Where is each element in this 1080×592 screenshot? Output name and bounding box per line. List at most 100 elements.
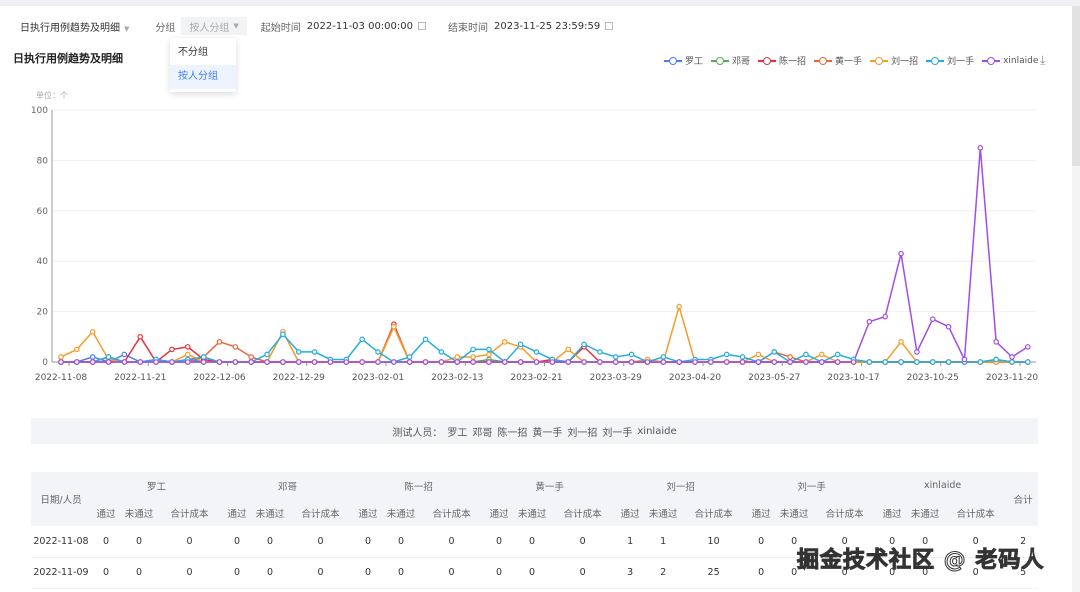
data-point[interactable] bbox=[454, 359, 461, 365]
data-point[interactable] bbox=[597, 349, 603, 355]
data-point[interactable] bbox=[486, 351, 492, 358]
data-point[interactable] bbox=[422, 359, 429, 365]
download-icon[interactable]: ⤓ bbox=[1040, 53, 1045, 68]
data-point[interactable] bbox=[486, 346, 492, 353]
data-point[interactable] bbox=[89, 328, 96, 335]
data-point[interactable] bbox=[549, 359, 556, 365]
end-time-input[interactable]: 2023-11-25 23:59:59 bbox=[494, 21, 600, 32]
data-point[interactable] bbox=[565, 346, 572, 353]
data-point[interactable] bbox=[771, 359, 778, 365]
data-point[interactable] bbox=[105, 354, 112, 360]
data-point[interactable] bbox=[121, 359, 128, 365]
data-point[interactable] bbox=[1025, 344, 1031, 350]
data-point[interactable] bbox=[1025, 359, 1031, 365]
data-point[interactable] bbox=[660, 354, 667, 360]
data-point[interactable] bbox=[898, 339, 904, 345]
data-point[interactable] bbox=[264, 359, 270, 365]
data-point[interactable] bbox=[248, 359, 255, 365]
data-point[interactable] bbox=[977, 359, 984, 365]
data-point[interactable] bbox=[1009, 359, 1015, 365]
data-point[interactable] bbox=[153, 359, 159, 365]
data-point[interactable] bbox=[137, 334, 144, 340]
legend-item[interactable]: 黄一手 bbox=[814, 54, 862, 67]
data-point[interactable] bbox=[185, 359, 191, 365]
data-point[interactable] bbox=[818, 351, 825, 358]
data-point[interactable] bbox=[612, 354, 619, 360]
data-point[interactable] bbox=[280, 359, 286, 365]
data-point[interactable] bbox=[929, 316, 936, 322]
data-point[interactable] bbox=[929, 359, 936, 365]
data-point[interactable] bbox=[89, 354, 96, 360]
data-point[interactable] bbox=[406, 354, 413, 360]
data-point[interactable] bbox=[739, 354, 746, 360]
data-point[interactable] bbox=[818, 359, 825, 365]
data-point[interactable] bbox=[248, 354, 255, 360]
start-time-input[interactable]: 2022-11-03 00:00:00 bbox=[307, 21, 413, 32]
data-point[interactable] bbox=[803, 351, 809, 358]
scrollbar-thumb[interactable] bbox=[1072, 6, 1080, 166]
data-point[interactable] bbox=[470, 346, 476, 353]
data-point[interactable] bbox=[517, 341, 524, 348]
data-point[interactable] bbox=[200, 354, 207, 360]
data-point[interactable] bbox=[359, 336, 365, 343]
data-point[interactable] bbox=[470, 354, 476, 360]
data-point[interactable] bbox=[882, 359, 889, 365]
data-point[interactable] bbox=[216, 339, 223, 345]
data-point[interactable] bbox=[644, 359, 651, 365]
data-point[interactable] bbox=[486, 359, 492, 365]
legend-item[interactable]: 陈一招 bbox=[758, 54, 806, 67]
legend-item[interactable]: 刘一招 bbox=[870, 54, 918, 67]
scrollbar[interactable] bbox=[1072, 6, 1080, 592]
data-point[interactable] bbox=[501, 339, 508, 345]
data-point[interactable] bbox=[771, 349, 778, 355]
data-point[interactable] bbox=[993, 356, 999, 363]
data-point[interactable] bbox=[438, 349, 445, 355]
data-point[interactable] bbox=[723, 351, 730, 358]
data-point[interactable] bbox=[898, 250, 904, 257]
data-point[interactable] bbox=[295, 349, 302, 355]
data-point[interactable] bbox=[581, 359, 587, 365]
data-point[interactable] bbox=[58, 359, 64, 365]
data-point[interactable] bbox=[803, 359, 809, 365]
data-point[interactable] bbox=[961, 356, 968, 363]
data-point[interactable] bbox=[501, 359, 508, 365]
data-point[interactable] bbox=[945, 323, 952, 330]
data-point[interactable] bbox=[533, 359, 540, 365]
data-point[interactable] bbox=[739, 359, 746, 365]
data-point[interactable] bbox=[454, 354, 461, 360]
legend-item[interactable]: xinlaide bbox=[982, 56, 1038, 66]
data-point[interactable] bbox=[993, 339, 999, 345]
data-point[interactable] bbox=[676, 359, 682, 365]
data-point[interactable] bbox=[628, 359, 635, 365]
data-point[interactable] bbox=[169, 346, 175, 353]
data-point[interactable] bbox=[977, 144, 984, 151]
data-point[interactable] bbox=[74, 359, 80, 365]
data-point[interactable] bbox=[787, 354, 793, 360]
data-point[interactable] bbox=[533, 349, 540, 355]
legend-item[interactable]: 邓哥 bbox=[711, 54, 750, 67]
data-point[interactable] bbox=[945, 359, 952, 365]
data-point[interactable] bbox=[311, 349, 318, 355]
dropdown-option-none[interactable]: 不分组 bbox=[170, 41, 236, 65]
data-point[interactable] bbox=[343, 359, 350, 365]
data-point[interactable] bbox=[137, 359, 144, 365]
data-point[interactable] bbox=[375, 359, 381, 365]
data-point[interactable] bbox=[787, 359, 793, 365]
data-point[interactable] bbox=[898, 359, 904, 365]
data-point[interactable] bbox=[581, 341, 587, 348]
legend-item[interactable]: 刘一手 bbox=[926, 54, 974, 67]
data-point[interactable] bbox=[327, 359, 334, 365]
data-point[interactable] bbox=[375, 349, 381, 355]
data-point[interactable] bbox=[850, 359, 857, 365]
data-point[interactable] bbox=[232, 359, 239, 365]
group-select[interactable]: 按人分组 ▼ bbox=[181, 17, 247, 35]
data-point[interactable] bbox=[89, 359, 96, 365]
data-point[interactable] bbox=[58, 354, 64, 360]
report-select[interactable]: 日执行用例趋势及明细 ▼ bbox=[20, 19, 129, 34]
data-point[interactable] bbox=[311, 359, 318, 365]
data-point[interactable] bbox=[169, 359, 175, 365]
data-point[interactable] bbox=[280, 331, 286, 338]
data-point[interactable] bbox=[612, 359, 619, 365]
data-point[interactable] bbox=[866, 359, 873, 365]
data-point[interactable] bbox=[755, 359, 762, 365]
